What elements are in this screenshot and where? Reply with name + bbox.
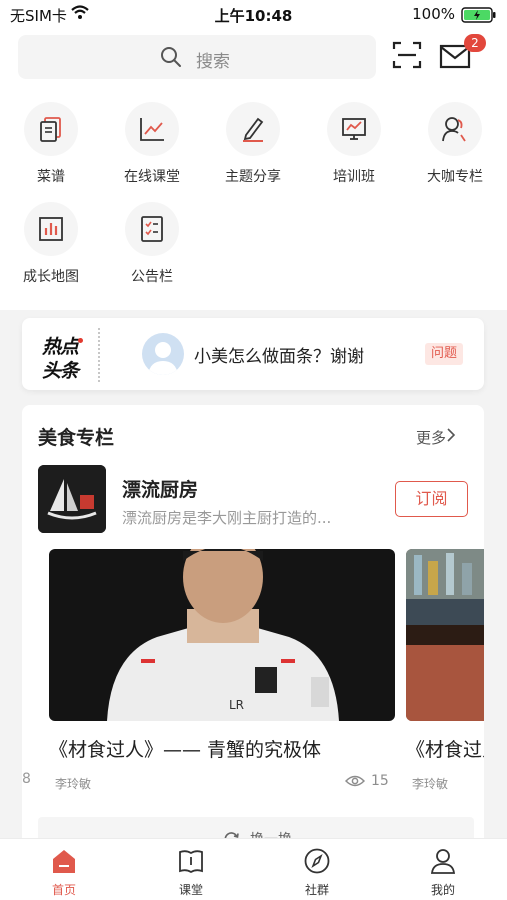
- article-image: LR: [49, 549, 395, 721]
- question-tag: 问题: [425, 343, 464, 365]
- header: 搜索 2: [0, 30, 507, 92]
- tab-home[interactable]: 首页: [14, 839, 114, 900]
- hot-news-card[interactable]: 热点 头条 小美怎么做面条？谢谢 问题: [22, 318, 484, 390]
- tab-community[interactable]: 社群: [267, 839, 367, 900]
- article-card[interactable]: LR 《材食过人》—— 青蟹的究极体 李玲敏 15: [49, 549, 395, 791]
- grid-item-topic-share[interactable]: 主题分享: [203, 94, 303, 190]
- presentation-icon: [342, 118, 366, 140]
- battery-percent: 100%: [412, 5, 455, 23]
- mail-badge: 2: [464, 34, 486, 52]
- article-title: 《材食过人》: [406, 739, 484, 761]
- eye-icon: [345, 775, 365, 787]
- bottom-tab-bar: 首页 课堂 社群 我的: [0, 838, 507, 900]
- status-bar: 无SIM卡 上午10:48 100%: [0, 0, 507, 30]
- feature-grid: 菜谱 在线课堂 主题分享 培训班 大咖专栏 成长地图 公告栏: [0, 92, 507, 310]
- article-author: 李玲敏: [412, 777, 449, 791]
- subscribe-button[interactable]: 订阅: [395, 481, 468, 517]
- grid-item-expert-column[interactable]: 大咖专栏: [405, 94, 505, 190]
- search-bar[interactable]: 搜索: [18, 35, 376, 79]
- checklist-icon: [141, 216, 163, 242]
- tab-profile[interactable]: 我的: [393, 839, 493, 900]
- grid-label: 大咖专栏: [427, 169, 483, 185]
- bar-chart-icon: [39, 217, 63, 241]
- column-logo[interactable]: [38, 465, 106, 533]
- article-author: 李玲敏: [55, 777, 92, 791]
- home-icon: [53, 850, 75, 873]
- grid-label: 在线课堂: [124, 169, 180, 185]
- search-placeholder: 搜索: [196, 52, 230, 72]
- recipe-icon: [40, 117, 61, 142]
- grid-label: 培训班: [333, 169, 375, 185]
- column-name[interactable]: 漂流厨房: [122, 475, 198, 502]
- article-image: [406, 549, 484, 721]
- article-title: 《材食过人》—— 青蟹的究极体: [49, 739, 322, 761]
- view-count: 15: [371, 773, 389, 789]
- avatar: [142, 333, 184, 375]
- search-icon: [161, 47, 181, 67]
- hot-news-logo: 热点 头条: [40, 328, 135, 382]
- grid-label: 公告栏: [131, 269, 173, 285]
- food-column-card: 美食专栏 更多 漂流厨房 漂流厨房是李大刚主厨打造的... 订阅 LR 《材食过…: [22, 405, 484, 845]
- hot-news-text: 小美怎么做面条？谢谢: [194, 347, 364, 367]
- people-icon: [442, 117, 466, 142]
- book-icon: [179, 850, 203, 874]
- grid-label: 菜谱: [37, 169, 65, 185]
- compass-icon: [304, 848, 330, 874]
- battery-icon: [461, 7, 496, 23]
- article-card[interactable]: 《材食过人》 李玲敏: [406, 549, 484, 791]
- column-description: 漂流厨房是李大刚主厨打造的...: [122, 509, 332, 527]
- grid-label: 成长地图: [23, 269, 79, 285]
- scan-icon[interactable]: [392, 40, 422, 70]
- grid-item-recipes[interactable]: 菜谱: [1, 94, 101, 190]
- section-title: 美食专栏: [38, 427, 115, 449]
- svg-text:LR: LR: [229, 698, 244, 712]
- grid-label: 主题分享: [225, 169, 281, 185]
- grid-item-growth-map[interactable]: 成长地图: [1, 194, 101, 290]
- chart-line-icon: [140, 118, 164, 141]
- partial-article-count: 8: [22, 771, 31, 787]
- tab-classroom[interactable]: 课堂: [141, 839, 241, 900]
- grid-item-notice-board[interactable]: 公告栏: [102, 194, 202, 290]
- more-link[interactable]: 更多: [416, 427, 446, 448]
- user-icon: [430, 849, 456, 874]
- chevron-right-icon[interactable]: [446, 427, 456, 443]
- grid-item-online-class[interactable]: 在线课堂: [102, 94, 202, 190]
- grid-item-training[interactable]: 培训班: [304, 94, 404, 190]
- pen-icon: [243, 117, 264, 142]
